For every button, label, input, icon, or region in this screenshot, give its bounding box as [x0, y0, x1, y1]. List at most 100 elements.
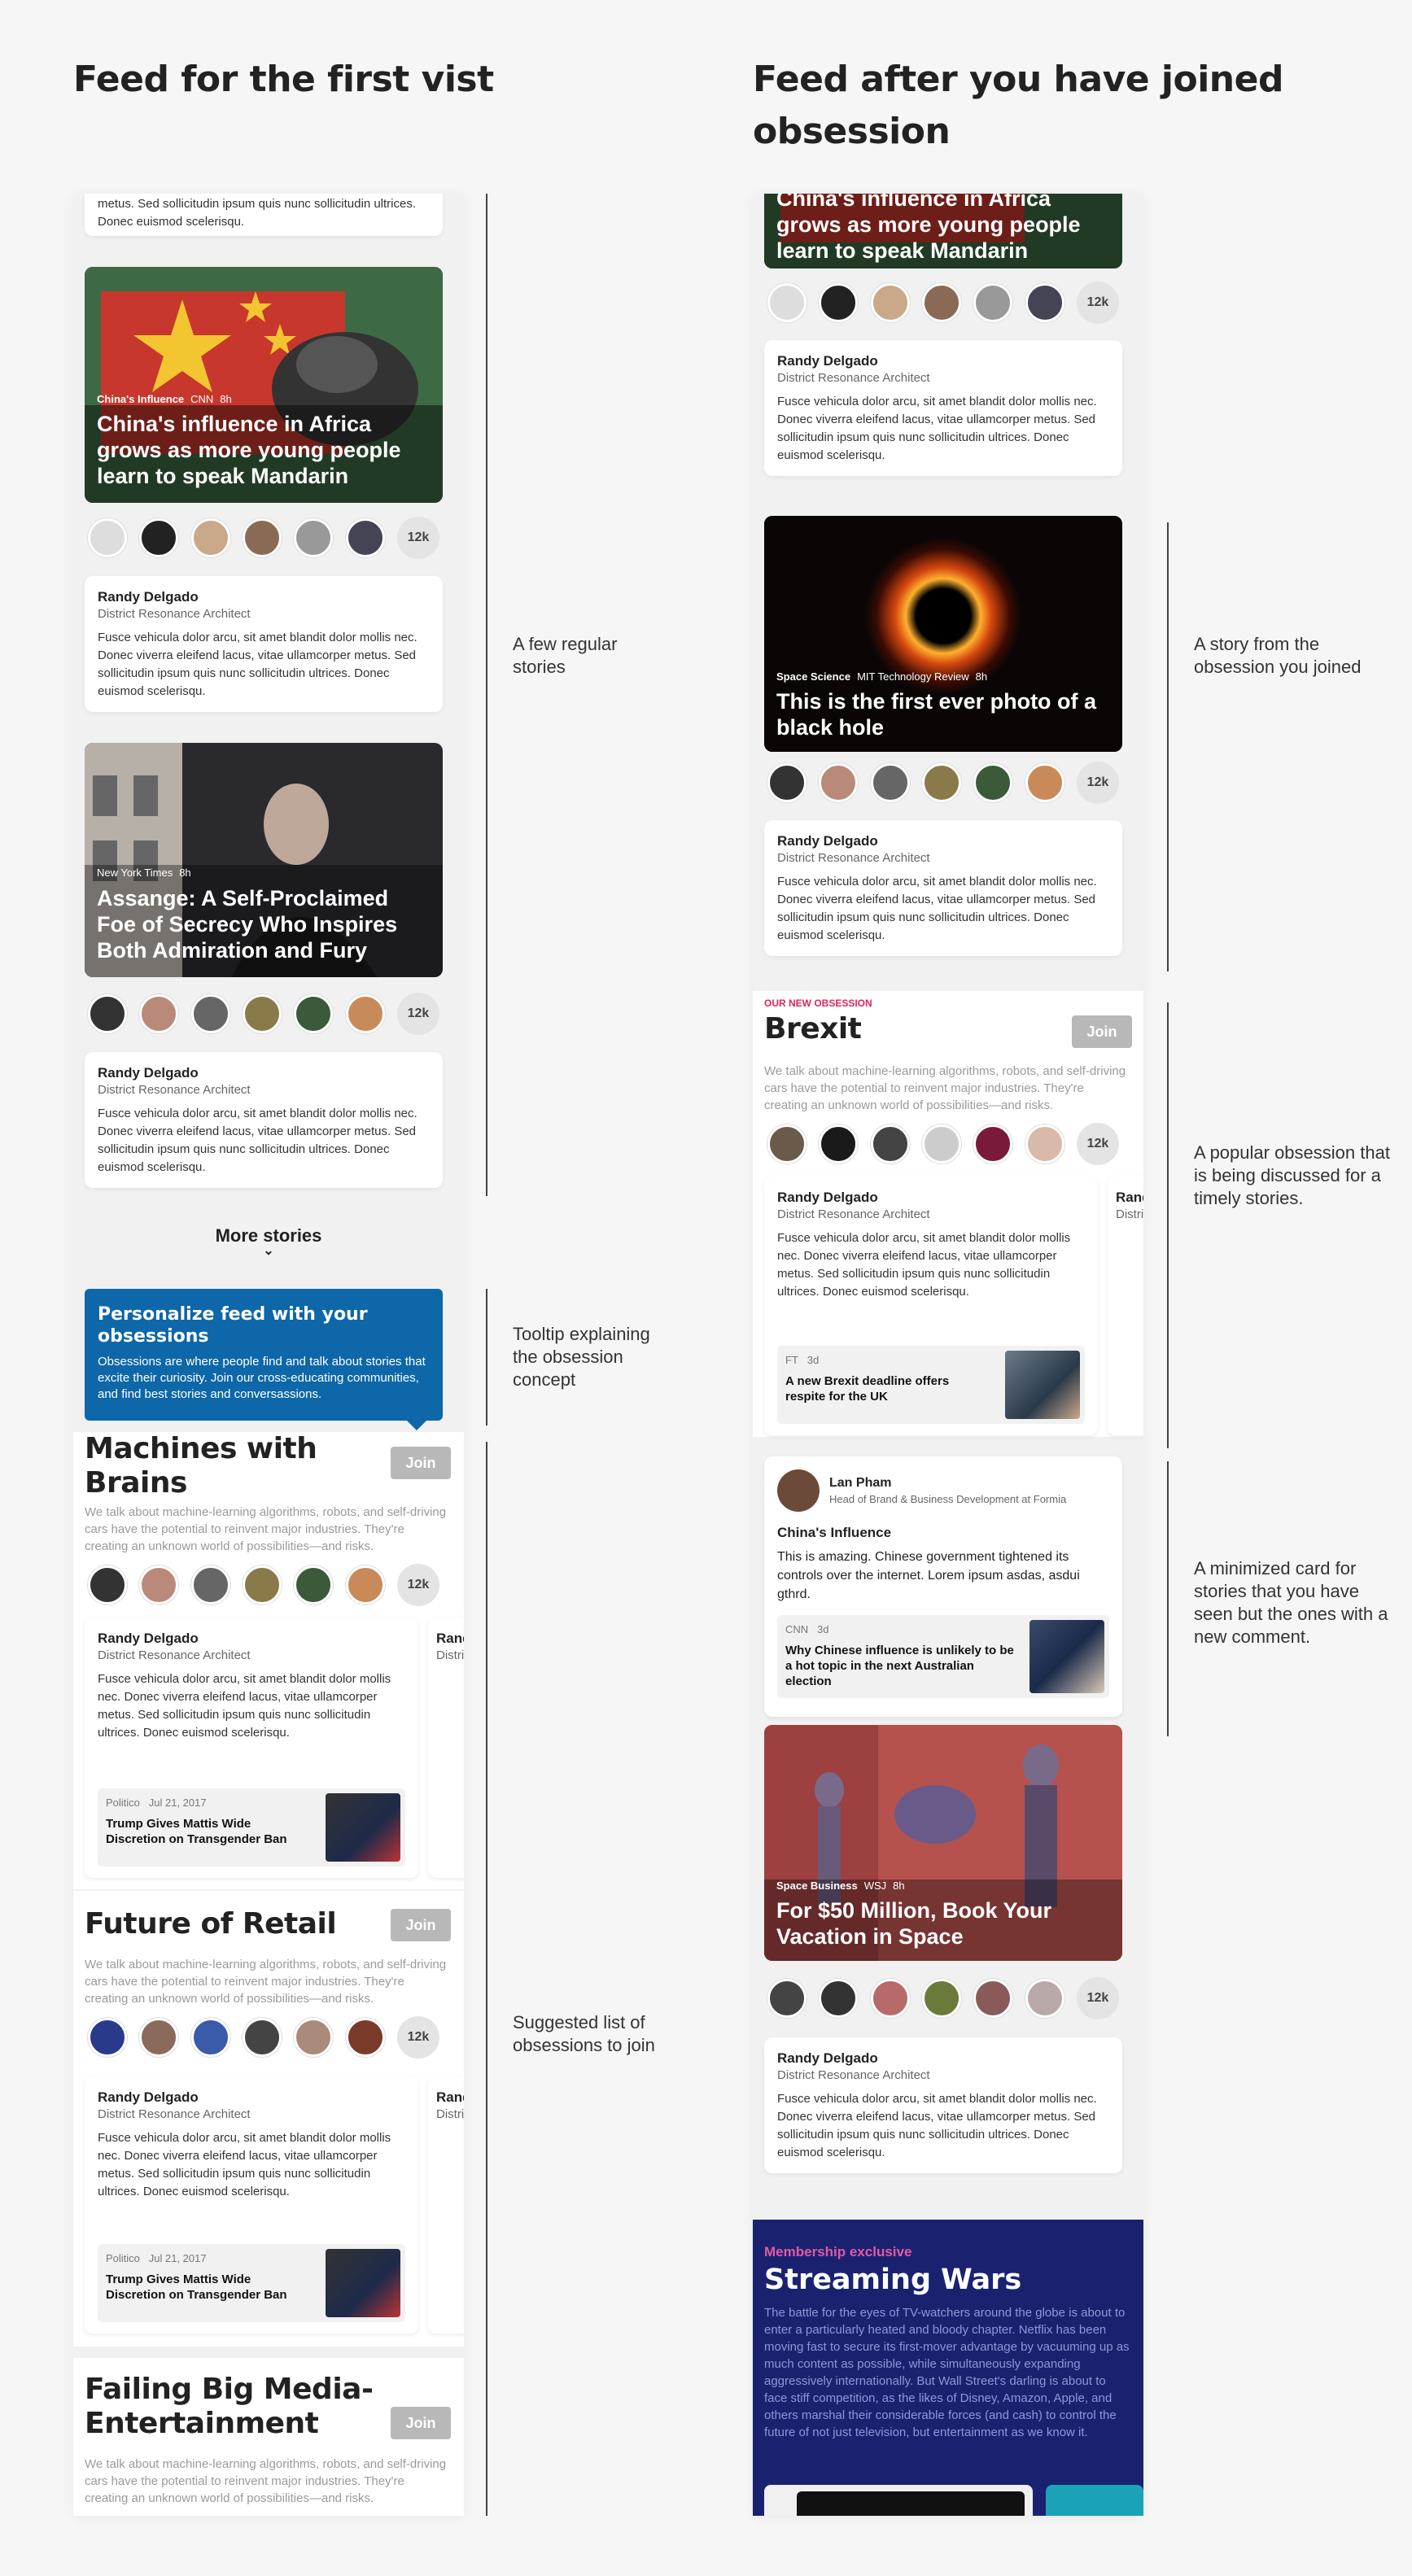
avatar[interactable] [921, 283, 961, 322]
avatar[interactable] [242, 1565, 282, 1605]
avatar-count[interactable]: 12k [396, 2016, 439, 2059]
avatar[interactable] [973, 1124, 1013, 1164]
avatar[interactable] [294, 518, 334, 557]
story-title[interactable]: China's influence in Africa grows as mor… [97, 411, 431, 489]
avatar[interactable] [767, 1124, 807, 1164]
avatar-count[interactable]: 12k [1076, 1977, 1119, 2019]
avatar-count[interactable]: 12k [1076, 282, 1119, 324]
avatar[interactable] [973, 283, 1013, 322]
avatar[interactable] [139, 2018, 179, 2057]
avatar[interactable] [1025, 1979, 1064, 2018]
story-card-china[interactable]: China's influence in Africa grows as mor… [764, 194, 1122, 269]
join-button[interactable]: Join [391, 1447, 451, 1479]
obsession-title[interactable]: Future of Retail [85, 1907, 361, 1941]
avatar[interactable] [767, 763, 807, 802]
avatar[interactable] [777, 1469, 820, 1512]
avatar-count[interactable]: 12k [396, 517, 439, 559]
obsession-topic[interactable]: China's Influence [777, 1525, 1109, 1541]
avatar[interactable] [88, 994, 127, 1033]
avatar[interactable] [819, 1979, 859, 2018]
avatar[interactable] [819, 283, 859, 322]
comment-card-peek[interactable]: Rand Distric [428, 2076, 464, 2334]
avatar-count[interactable]: 12k [396, 993, 439, 1035]
avatar[interactable] [870, 283, 910, 322]
avatar[interactable] [819, 1124, 859, 1164]
avatar[interactable] [294, 2018, 334, 2057]
join-button[interactable]: Join [391, 2407, 451, 2439]
comment-author[interactable]: Lan Pham [829, 1476, 1066, 1491]
comment-author[interactable]: Randy Delgado [777, 1190, 1085, 1206]
avatar[interactable] [973, 763, 1013, 802]
avatar[interactable] [819, 763, 859, 802]
avatar[interactable] [139, 994, 179, 1033]
avatar[interactable] [767, 1979, 807, 2018]
avatar[interactable] [973, 1979, 1013, 2018]
avatar[interactable] [345, 518, 385, 557]
avatar[interactable] [190, 518, 230, 557]
avatar[interactable] [921, 763, 961, 802]
streaming-title[interactable]: Streaming Wars [764, 2264, 1132, 2296]
obsession-title[interactable]: Failing Big Media-Entertainment [85, 2373, 378, 2441]
comment-card-peek[interactable]: Rand Distric [428, 1618, 464, 1878]
avatar[interactable] [870, 763, 910, 802]
avatar[interactable] [88, 2018, 127, 2057]
obsession-title[interactable]: Machines with Brains [85, 1432, 353, 1500]
avatar[interactable] [345, 994, 385, 1033]
avatar-count[interactable]: 12k [1076, 1123, 1119, 1165]
avatar[interactable] [88, 1565, 127, 1605]
join-button[interactable]: Join [1072, 1015, 1132, 1048]
obsession-title[interactable]: Brexit [764, 1012, 862, 1046]
comment-author[interactable]: Randy Delgado [777, 833, 1109, 849]
comment-card[interactable]: Randy Delgado District Resonance Archite… [764, 2037, 1122, 2173]
comment-card[interactable]: Randy Delgado District Resonance Archite… [85, 1618, 418, 1878]
story-title[interactable]: Assange: A Self-Proclaimed Foe of Secrec… [97, 885, 431, 963]
minimized-story-card[interactable]: Lan Pham Head of Brand & Business Develo… [764, 1456, 1122, 1717]
streaming-wars-section[interactable]: Membership exclusive Streaming Wars The … [753, 2220, 1143, 2516]
comment-author[interactable]: Randy Delgado [98, 1631, 405, 1647]
comment-card-peek[interactable]: Rand Distric [1108, 1177, 1143, 1435]
avatar-count[interactable]: 12k [396, 1564, 439, 1606]
avatar[interactable] [242, 518, 282, 557]
story-card-assange[interactable]: New York Times 8h Assange: A Self-Proclai… [85, 743, 443, 977]
avatar[interactable] [345, 2018, 385, 2057]
obsession-tooltip[interactable]: Personalize feed with your obsessions Ob… [85, 1289, 443, 1430]
avatar[interactable] [294, 994, 334, 1033]
story-card-china[interactable]: China's Influence CNN 8h China's influence… [85, 267, 443, 503]
comment-card[interactable]: Randy Delgado District Resonance Archite… [764, 340, 1122, 476]
story-title[interactable]: For $50 Million, Book Your Vacation in S… [776, 1897, 1111, 1949]
avatar[interactable] [88, 518, 127, 557]
avatar[interactable] [242, 2018, 282, 2057]
linked-story[interactable]: Politico Jul 21, 2017 Trump Gives Mattis… [98, 2244, 405, 2322]
avatar[interactable] [921, 1124, 961, 1164]
comment-card[interactable]: Randy Delgado District Resonance Archite… [764, 1177, 1098, 1435]
streaming-preview-card[interactable] [764, 2485, 1033, 2516]
avatar[interactable] [1025, 763, 1064, 802]
avatar[interactable] [921, 1979, 961, 2018]
linked-story[interactable]: Politico Jul 21, 2017 Trump Gives Mattis… [98, 1788, 405, 1867]
comment-card[interactable]: Randy Delgado District Resonance Archite… [85, 1052, 443, 1188]
story-title[interactable]: China's influence in Africa grows as mor… [776, 194, 1111, 264]
avatar[interactable] [190, 1565, 230, 1605]
linked-story[interactable]: FT 3d A new Brexit deadline offers respi… [777, 1346, 1085, 1424]
avatar[interactable] [870, 1124, 910, 1164]
avatar[interactable] [1025, 283, 1064, 322]
linked-story[interactable]: CNN 3d Why Chinese influence is unlikely… [777, 1615, 1109, 1698]
comment-card[interactable]: Randy Delgado District Resonance Archite… [85, 2076, 418, 2334]
story-card-black-hole[interactable]: Space Science MIT Technology Review 8h Thi… [764, 516, 1122, 752]
avatar[interactable] [242, 994, 282, 1033]
avatar[interactable] [190, 994, 230, 1033]
avatar-count[interactable]: 12k [1076, 762, 1119, 804]
comment-author[interactable]: Randy Delgado [777, 2050, 1109, 2067]
comment-card[interactable]: Randy Delgado District Resonance Archite… [85, 576, 443, 712]
avatar[interactable] [139, 1565, 179, 1605]
comment-card[interactable]: Randy Delgado District Resonance Archite… [764, 820, 1122, 956]
avatar[interactable] [1025, 1124, 1064, 1164]
avatar[interactable] [139, 518, 179, 557]
story-card-space-vacation[interactable]: Space Business WSJ 8h For $50 Million, Boo… [764, 1725, 1122, 1961]
comment-author[interactable]: Randy Delgado [98, 589, 430, 605]
comment-card-fragment[interactable]: metus. Sed sollicitudin ipsum quis nunc … [85, 194, 443, 236]
join-button[interactable]: Join [391, 1909, 451, 1941]
avatar[interactable] [190, 2018, 230, 2057]
story-title[interactable]: This is the first ever photo of a black … [776, 688, 1111, 740]
comment-author[interactable]: Randy Delgado [98, 1065, 430, 1081]
